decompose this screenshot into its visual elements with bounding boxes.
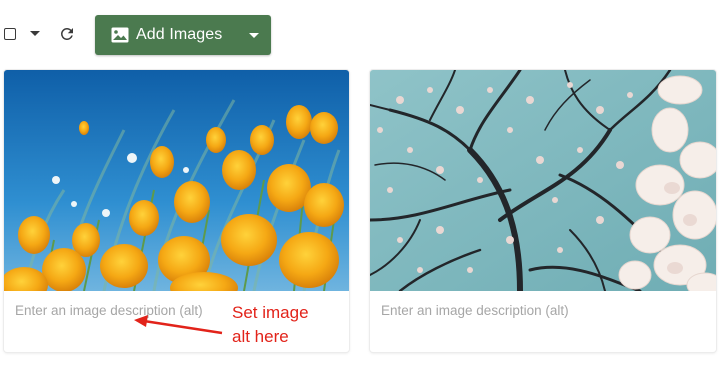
annotation-line-2: alt here [232, 327, 289, 346]
image-thumbnail-magnolia[interactable] [370, 70, 716, 291]
image-icon [111, 27, 129, 43]
magnolia-photo [370, 70, 716, 291]
add-images-label: Add Images [136, 26, 223, 43]
add-images-button[interactable]: Add Images [95, 15, 271, 55]
select-options-chevron-down-icon[interactable] [30, 31, 40, 36]
image-thumbnail-poppies[interactable] [4, 70, 349, 291]
annotation-arrow [134, 315, 223, 335]
add-images-dropdown-chevron-down-icon[interactable] [249, 33, 259, 38]
image-alt-input[interactable] [370, 291, 716, 352]
select-all-checkbox[interactable] [4, 28, 16, 40]
poppies-photo [4, 70, 349, 291]
annotation-callout: Set image alt here [232, 301, 309, 349]
annotation-line-1: Set image [232, 303, 309, 322]
refresh-icon[interactable] [58, 25, 76, 43]
gallery-toolbar: Add Images [0, 0, 725, 70]
image-card [370, 70, 716, 352]
